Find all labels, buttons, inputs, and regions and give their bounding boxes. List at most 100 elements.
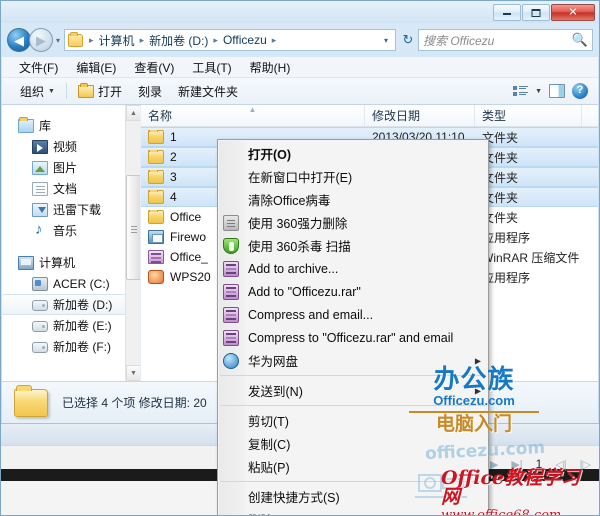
context-menu-item-open-new-window[interactable]: 在新窗口中打开(E) <box>218 165 488 188</box>
chevron-down-icon[interactable]: ▾ <box>379 36 393 45</box>
column-label: 名称 <box>148 109 173 123</box>
change-view-icon[interactable] <box>513 85 529 98</box>
maximize-button[interactable] <box>522 4 550 21</box>
scroll-down-icon[interactable]: ▼ <box>126 365 140 381</box>
context-menu-item-cut[interactable]: 剪切(T) <box>218 409 488 432</box>
sidebar-item-label: 迅雷下载 <box>53 203 102 217</box>
sidebar-item-drive-c[interactable]: ACER (C:) <box>2 273 140 294</box>
file-name: 2 <box>170 150 177 164</box>
breadcrumb-item-drive-d[interactable]: 新加卷 (D:) <box>148 32 209 49</box>
menu-item-label: 在新窗口中打开(E) <box>248 171 353 185</box>
navigation-pane-scrollbar[interactable]: ▲ ▼ <box>125 105 140 381</box>
breadcrumb-separator: ▸ <box>213 34 218 45</box>
menu-item-label: 使用 360强力删除 <box>248 217 348 231</box>
sidebar-item-videos[interactable]: 视频 <box>2 136 140 157</box>
next-track-icon[interactable]: ▶| <box>511 458 522 471</box>
search-input[interactable]: 搜索 Officezu 🔍 <box>418 29 593 51</box>
menu-item-label: Add to archive... <box>248 261 339 276</box>
sidebar-item-label: 图片 <box>53 161 78 175</box>
cell-type: WinRAR 压缩文件 <box>482 250 580 265</box>
open-folder-icon <box>77 82 94 98</box>
breadcrumb-separator: ▸ <box>89 34 94 45</box>
scroll-up-icon[interactable]: ▲ <box>126 105 140 121</box>
file-name: Office <box>170 210 202 224</box>
context-menu-item-360-scan[interactable]: 使用 360杀毒 扫描 <box>218 234 488 257</box>
scrollbar-thumb[interactable] <box>126 175 140 280</box>
close-button[interactable]: ✕ <box>551 4 595 21</box>
help-icon[interactable]: ? <box>572 83 588 99</box>
sidebar-item-drive-e[interactable]: 新加卷 (E:) <box>2 315 140 336</box>
sidebar-item-computer[interactable]: 计算机 <box>2 252 140 273</box>
sidebar-item-pictures[interactable]: 图片 <box>2 157 140 178</box>
context-menu-item-compress-to-officezu-rar-and-email[interactable]: Compress to "Officezu.rar" and email <box>218 326 488 349</box>
menu-tools[interactable]: 工具(T) <box>183 57 240 78</box>
recent-locations-icon[interactable]: ▾ <box>56 36 60 45</box>
refresh-button[interactable]: ↻ <box>398 32 418 48</box>
breadcrumb-item-computer[interactable]: 计算机 <box>98 32 136 49</box>
view-options-chevron-down-icon[interactable]: ▼ <box>535 88 542 95</box>
next-page-icon[interactable]: |▷ <box>580 458 591 471</box>
menu-edit[interactable]: 编辑(E) <box>67 57 125 78</box>
menu-view[interactable]: 查看(V) <box>125 57 183 78</box>
winrar-icon <box>223 260 239 277</box>
close-icon: ✕ <box>568 6 578 18</box>
menu-item-label: 粘贴(P) <box>248 461 290 475</box>
menu-bar: 文件(F) 编辑(E) 查看(V) 工具(T) 帮助(H) <box>2 57 598 78</box>
forward-button[interactable]: ▶ <box>29 28 53 52</box>
context-menu-item-add-to-officezu-rar[interactable]: Add to "Officezu.rar" <box>218 280 488 303</box>
breadcrumb[interactable]: ▸ 计算机 ▸ 新加卷 (D:) ▸ Officezu ▸ ▾ <box>64 29 396 51</box>
menu-file[interactable]: 文件(F) <box>10 57 67 78</box>
column-header-name[interactable]: 名称 ▲ <box>141 105 365 126</box>
menu-item-label: 发送到(N) <box>248 385 303 399</box>
context-menu-item-360-force-delete[interactable]: 使用 360强力删除 <box>218 211 488 234</box>
window-controls: ✕ <box>493 4 595 21</box>
column-header-date[interactable]: 修改日期 <box>365 105 475 126</box>
toolbar-right-group: ▼ ? <box>513 83 598 99</box>
sidebar-item-documents[interactable]: 文档 <box>2 178 140 199</box>
menu-item-label: 清除Office病毒 <box>248 194 331 208</box>
menu-item-label: Compress to "Officezu.rar" and email <box>248 330 454 345</box>
sidebar-item-drive-d[interactable]: 新加卷 (D:) <box>2 294 134 315</box>
submenu-arrow-icon: ▶ <box>474 356 481 365</box>
file-name: 1 <box>170 130 177 144</box>
videos-icon <box>32 139 48 154</box>
cell-type: 文件夹 <box>482 150 519 165</box>
sort-ascending-icon: ▲ <box>248 105 257 114</box>
context-menu-item-huawei-netdisk[interactable]: 华为网盘 ▶ <box>218 349 488 372</box>
preview-pane-icon[interactable] <box>549 84 565 98</box>
column-header-type[interactable]: 类型 <box>475 105 582 126</box>
search-placeholder: 搜索 Officezu <box>423 33 495 48</box>
sidebar-item-libraries[interactable]: 库 <box>2 115 140 136</box>
back-button[interactable]: ◀ <box>7 28 31 52</box>
toolbar-separator <box>65 83 67 99</box>
player-controls: ▶ ▶| 1 ◁| |▷ <box>490 457 591 471</box>
menu-item-label: 剪切(T) <box>248 415 289 429</box>
context-menu-item-compress-and-email[interactable]: Compress and email... <box>218 303 488 326</box>
sidebar-item-music[interactable]: 音乐 <box>2 220 140 241</box>
address-bar-row: ◀ ▶ ▾ ▸ 计算机 ▸ 新加卷 (D:) ▸ Officezu ▸ ▾ ↻ … <box>1 23 599 57</box>
winrar-icon <box>223 329 239 346</box>
breadcrumb-item-officezu[interactable]: Officezu <box>222 33 268 47</box>
menu-help[interactable]: 帮助(H) <box>241 57 300 78</box>
context-menu-item-clean-office-virus[interactable]: 清除Office病毒 <box>218 188 488 211</box>
context-menu-item-paste[interactable]: 粘贴(P) <box>218 455 488 478</box>
context-menu-item-create-shortcut[interactable]: 创建快捷方式(S) <box>218 485 488 508</box>
new-folder-button[interactable]: 新建文件夹 <box>170 81 246 102</box>
burn-button[interactable]: 刻录 <box>130 81 170 102</box>
sidebar-item-label: 库 <box>39 119 52 133</box>
play-icon[interactable]: ▶ <box>490 458 498 471</box>
open-button[interactable]: 打开 <box>70 81 130 102</box>
organize-button[interactable]: 组织 ▼ <box>12 81 63 102</box>
column-header-row: 名称 ▲ 修改日期 类型 <box>141 105 598 127</box>
context-menu-item-open[interactable]: 打开(O) <box>218 142 488 165</box>
context-menu-separator <box>220 375 486 376</box>
sidebar-item-thunder-download[interactable]: 迅雷下载 <box>2 199 140 220</box>
minimize-button[interactable] <box>493 4 521 21</box>
context-menu-item-send-to[interactable]: 发送到(N) ▶ <box>218 379 488 402</box>
context-menu-item-copy[interactable]: 复制(C) <box>218 432 488 455</box>
previous-page-icon[interactable]: ◁| <box>555 458 566 471</box>
context-menu-item-add-to-archive[interactable]: Add to archive... <box>218 257 488 280</box>
sidebar-item-drive-f[interactable]: 新加卷 (F:) <box>2 336 140 357</box>
context-menu-item-delete[interactable]: 删除(D) <box>218 508 488 515</box>
menu-item-label: 打开(O) <box>248 148 292 162</box>
